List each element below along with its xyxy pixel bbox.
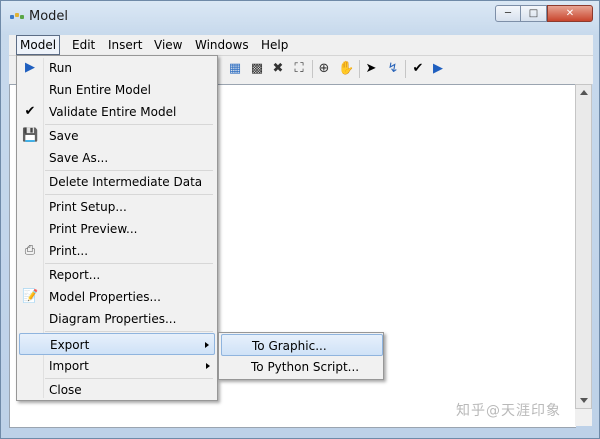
menu-item-delete-intermediate-data[interactable]: Delete Intermediate Data bbox=[19, 171, 215, 193]
menu-view[interactable]: View bbox=[151, 37, 185, 53]
checkmark-icon: ✔ bbox=[24, 104, 36, 119]
menu-item-run[interactable]: ▶ Run bbox=[19, 57, 215, 79]
window-title: Model bbox=[29, 9, 69, 24]
menu-windows[interactable]: Windows bbox=[192, 37, 252, 53]
menu-item-label: Save As... bbox=[49, 151, 109, 165]
menu-item-label: To Graphic... bbox=[252, 339, 327, 353]
menu-item-label: Print Preview... bbox=[49, 222, 138, 236]
menu-item-close[interactable]: Close bbox=[19, 379, 215, 401]
toolbar-separator bbox=[312, 60, 313, 78]
menu-item-print-preview[interactable]: Print Preview... bbox=[19, 218, 215, 240]
menu-separator bbox=[45, 331, 213, 332]
run-arrow-icon: ▶ bbox=[25, 60, 35, 75]
menu-item-run-entire-model[interactable]: Run Entire Model bbox=[19, 79, 215, 101]
select-pointer-icon[interactable]: ➤ bbox=[363, 61, 379, 77]
menu-model[interactable]: Model bbox=[16, 35, 61, 55]
menu-help[interactable]: Help bbox=[258, 37, 291, 53]
menu-item-to-graphic[interactable]: To Graphic... bbox=[221, 334, 383, 356]
menu-item-label: Print Setup... bbox=[49, 200, 127, 214]
menu-item-import[interactable]: Import bbox=[19, 355, 215, 377]
menu-item-label: Delete Intermediate Data bbox=[49, 175, 203, 189]
menu-item-label: Save bbox=[49, 129, 79, 143]
export-submenu: To Graphic... To Python Script... bbox=[218, 332, 384, 380]
validate-icon[interactable]: ✔ bbox=[410, 61, 426, 77]
connect-icon[interactable]: ↯ bbox=[385, 61, 401, 77]
close-icon[interactable]: ✕ bbox=[547, 5, 593, 22]
menu-item-print[interactable]: ⎙ Print... bbox=[19, 240, 215, 262]
minimize-icon[interactable]: ─ bbox=[495, 5, 521, 22]
menu-edit[interactable]: Edit bbox=[69, 37, 98, 53]
printer-icon: ⎙ bbox=[24, 243, 36, 258]
properties-icon: 📝 bbox=[22, 289, 39, 304]
run-icon[interactable]: ▶ bbox=[430, 61, 446, 77]
zoom-in-icon[interactable]: ⊕ bbox=[316, 61, 332, 77]
floppy-disk-icon: 💾 bbox=[22, 128, 39, 143]
maximize-icon[interactable]: □ bbox=[521, 5, 547, 22]
menu-item-label: Diagram Properties... bbox=[49, 312, 177, 326]
menu-item-print-setup[interactable]: Print Setup... bbox=[19, 196, 215, 218]
menu-item-label: To Python Script... bbox=[251, 360, 360, 374]
zoom-to-layer-icon[interactable]: ⛶ bbox=[291, 61, 307, 77]
menu-item-report[interactable]: Report... bbox=[19, 264, 215, 286]
menu-item-save[interactable]: 💾 Save bbox=[19, 125, 215, 147]
menu-item-label: Export bbox=[50, 338, 90, 352]
menu-item-label: Run Entire Model bbox=[49, 83, 151, 97]
menu-item-label: Print... bbox=[49, 244, 89, 258]
resize-grip[interactable] bbox=[575, 409, 592, 426]
menu-item-model-properties[interactable]: 📝 Model Properties... bbox=[19, 286, 215, 308]
toolbar-separator bbox=[405, 60, 406, 78]
menu-item-label: Import bbox=[49, 359, 89, 373]
watermark: 知乎@天涯印象 bbox=[456, 403, 561, 419]
toolbar-separator bbox=[359, 60, 360, 78]
menu-item-validate-entire-model[interactable]: ✔ Validate Entire Model bbox=[19, 101, 215, 123]
menu-item-label: Validate Entire Model bbox=[49, 105, 177, 119]
menu-item-label: Model Properties... bbox=[49, 290, 161, 304]
submenu-arrow-icon bbox=[206, 363, 210, 369]
menu-item-label: Run bbox=[49, 61, 73, 75]
vertical-scrollbar[interactable] bbox=[575, 84, 592, 409]
fit-to-window-icon[interactable]: ▩ bbox=[249, 61, 265, 77]
menu-bar: Model Edit Insert View Windows Help bbox=[9, 35, 593, 56]
model-menu-dropdown: ▶ Run Run Entire Model ✔ Validate Entire… bbox=[16, 55, 218, 401]
full-extent-icon[interactable]: ✖ bbox=[270, 61, 286, 77]
menu-insert[interactable]: Insert bbox=[105, 37, 145, 53]
model-app-icon bbox=[10, 13, 24, 21]
scroll-up-icon[interactable] bbox=[580, 90, 588, 95]
menu-item-save-as[interactable]: Save As... bbox=[19, 147, 215, 169]
pan-icon[interactable]: ✋ bbox=[338, 61, 354, 77]
menu-item-export[interactable]: Export bbox=[19, 333, 215, 355]
menu-item-diagram-properties[interactable]: Diagram Properties... bbox=[19, 308, 215, 330]
title-bar[interactable]: Model ─ □ ✕ bbox=[1, 1, 599, 33]
scroll-down-icon[interactable] bbox=[580, 398, 588, 403]
menu-item-label: Report... bbox=[49, 268, 101, 282]
menu-item-label: Close bbox=[49, 383, 82, 397]
select-all-icon[interactable]: ▦ bbox=[227, 61, 243, 77]
submenu-arrow-icon bbox=[205, 342, 209, 348]
menu-separator bbox=[45, 194, 213, 195]
menu-item-to-python-script[interactable]: To Python Script... bbox=[221, 356, 383, 378]
